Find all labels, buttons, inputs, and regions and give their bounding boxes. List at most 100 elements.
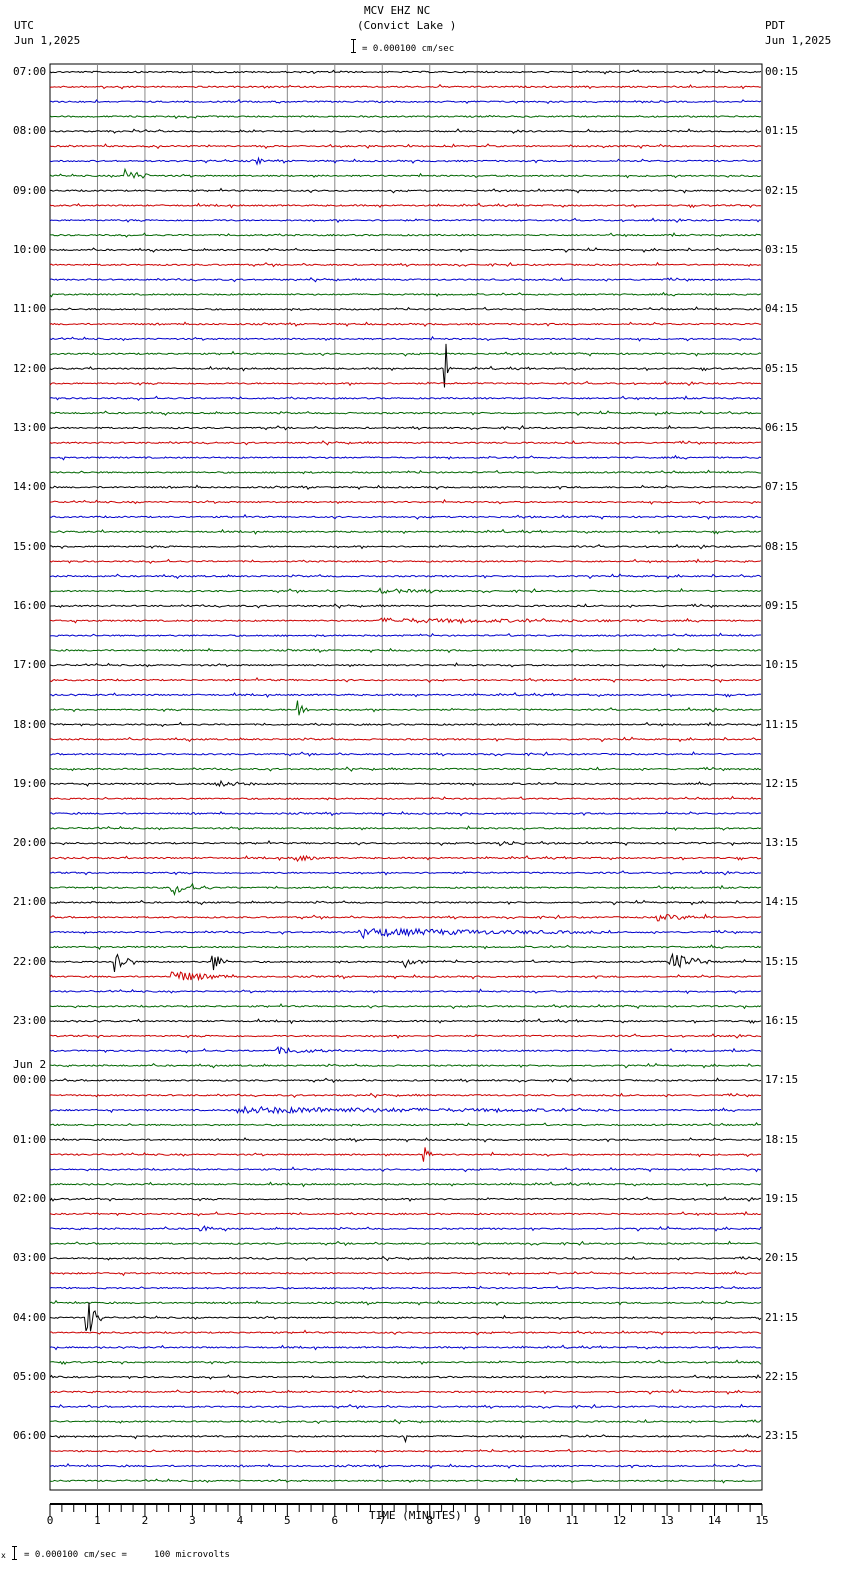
seismic-trace [49,1046,762,1055]
seismic-trace [49,1121,762,1127]
seismic-trace [49,1033,762,1039]
seismic-trace [49,380,762,387]
seismic-trace [49,424,762,431]
seismic-trace [49,944,762,950]
seismic-trace [50,691,762,698]
pdt-hour-label: 18:15 [765,1132,799,1146]
pdt-hour-label: 19:15 [765,1192,799,1206]
seismic-trace [49,603,762,609]
pdt-hour-label: 07:15 [765,480,799,494]
seismic-trace [49,306,762,312]
utc-hour-label: 16:00 [13,598,47,612]
seismic-trace [49,700,762,716]
seismic-trace [49,440,762,446]
utc-hour-label: 07:00 [13,65,47,78]
seismic-trace [49,854,762,863]
x-tick-label: 1 [94,1514,101,1527]
seismic-trace [49,454,762,461]
seismic-trace [49,1196,761,1202]
x-tick-label: 12 [613,1514,627,1527]
pdt-hour-label: 08:15 [765,539,799,553]
utc-hour-label: 04:00 [13,1310,47,1324]
seismic-trace [49,291,762,298]
seismic-trace [49,217,762,224]
seismic-trace [49,882,762,897]
seismic-trace [49,558,762,565]
seismic-trace [49,498,762,505]
utc-hour-label: 03:00 [13,1251,47,1265]
seismic-trace [49,662,762,668]
x-tick-label: 13 [660,1514,674,1527]
seismic-trace [49,1147,762,1162]
pdt-hour-label: 00:15 [765,65,799,78]
seismic-trace [49,469,761,475]
seismic-trace [49,1092,762,1099]
x-tick-label: 0 [46,1514,54,1527]
utc-hour-label: 08:00 [13,124,47,138]
x-tick-label: 9 [473,1514,481,1527]
seismic-trace [49,1418,762,1425]
seismic-trace [49,676,762,683]
seismic-trace [49,1285,762,1290]
seismic-trace [49,988,762,995]
x-tick-label: 2 [141,1514,149,1527]
utc-hour-label: 00:00 [13,1073,47,1087]
seismic-trace [49,1225,762,1232]
seismic-trace [49,825,762,832]
pdt-hour-label: 16:15 [765,1014,799,1028]
seismogram: MCV EHZ NC (Convict Lake ) UTC Jun 1,202… [0,0,850,1584]
pdt-hour-label: 12:15 [765,776,799,790]
footer-scale-prefix: x [1,1551,6,1560]
seismic-trace [49,410,762,417]
seismic-trace [50,543,762,550]
seismic-trace [49,261,762,268]
pdt-hour-label: 15:15 [765,954,799,968]
seismic-trace [49,1359,762,1366]
x-tick-label: 6 [331,1514,339,1527]
pdt-hour-label: 13:15 [765,836,799,850]
seismic-trace [49,971,762,982]
seismic-trace [49,632,761,638]
seismic-trace [49,1270,762,1277]
utc-hour-label: 17:00 [13,658,47,672]
plot-frame [49,63,763,1491]
seismic-trace [49,335,762,342]
x-tick-label: 10 [518,1514,532,1527]
utc-hour-label: 13:00 [13,420,47,434]
x-tick-label: 5 [284,1514,291,1527]
seismic-trace [49,1077,762,1084]
seismic-trace [49,840,762,847]
seismic-trace [49,1105,762,1115]
pdt-hour-label: 09:15 [765,598,799,612]
utc-hour-label: 09:00 [13,183,47,197]
seismic-trace [49,1062,761,1069]
pdt-hour-label: 22:15 [765,1370,799,1384]
seismic-trace [49,232,762,238]
seismic-trace [49,779,762,788]
x-tick-label: 3 [189,1514,196,1527]
seismic-trace [49,1255,762,1262]
seismic-trace [49,1448,762,1453]
utc-hour-label: 18:00 [13,717,47,731]
pdt-hour-label: 14:15 [765,895,799,909]
seismic-trace [49,899,762,906]
pdt-hour-label: 05:15 [765,361,799,375]
footer-scale-label: = 0.000100 cm/sec = 100 microvolts [24,1550,230,1560]
seismic-trace [49,647,762,654]
seismic-trace [49,83,762,90]
x-tick-label: 15 [755,1514,769,1527]
seismic-trace [49,202,762,209]
utc-hour-label: 15:00 [13,539,47,553]
seismic-trace [49,1344,762,1351]
seismic-trace [49,1018,762,1025]
seismic-trace [49,1388,762,1395]
pdt-hour-label: 11:15 [765,717,799,731]
seismic-trace [49,1299,762,1306]
seismic-trace [49,1137,762,1143]
seismic-trace [49,1329,762,1336]
seismic-trace [49,587,762,594]
pdt-hour-label: 23:15 [765,1429,799,1443]
seismic-trace [50,870,762,876]
utc-hour-label: 01:00 [13,1132,47,1146]
seismic-trace [49,156,762,166]
